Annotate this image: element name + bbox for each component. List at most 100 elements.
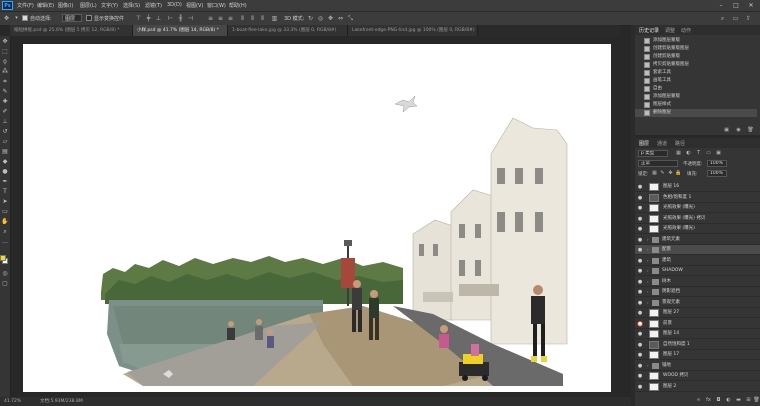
layer-row[interactable]: ● 光照效果 (曝光) (635, 203, 760, 213)
healing-icon[interactable]: ✚ (1, 98, 9, 106)
distribute-right-icon[interactable]: ⦀ (259, 15, 266, 22)
visibility-eye-icon[interactable]: ● (637, 268, 643, 274)
menu-filter[interactable]: 滤镜(T) (145, 2, 162, 9)
visibility-eye-icon[interactable]: ● (637, 363, 643, 369)
layer-group-row[interactable]: ● › 铺地 (635, 361, 760, 371)
history-item[interactable]: 创建剪贴蒙版 (635, 53, 757, 61)
marquee-icon[interactable]: ⬚ (1, 48, 9, 56)
document-canvas[interactable] (23, 44, 611, 392)
link-layers-icon[interactable]: ∞ (695, 397, 702, 404)
tab-actions[interactable]: 动作 (681, 27, 691, 34)
search-icon[interactable]: ⌕ (719, 15, 726, 22)
visibility-eye-icon[interactable]: ● (637, 384, 643, 390)
layer-group-row[interactable]: ● › 阴影遮挡 (635, 287, 760, 297)
canvas-area[interactable] (11, 36, 631, 397)
workspace-icon[interactable]: ▭ (732, 15, 739, 22)
history-item[interactable]: 添加图层蒙版 (635, 37, 757, 45)
chevron-right-icon[interactable]: › (647, 287, 649, 297)
history-item[interactable]: 拷贝剪贴蒙版图层 (635, 61, 757, 69)
history-brush-icon[interactable]: ↺ (1, 128, 9, 136)
history-item[interactable]: 画笔工具 (635, 77, 757, 85)
history-item[interactable]: 添加图层蒙版 (635, 93, 757, 101)
opacity-input[interactable]: 100% (707, 160, 727, 167)
new-document-from-state-icon[interactable]: ▣ (723, 127, 730, 134)
visibility-eye-icon[interactable]: ● (637, 289, 643, 295)
layer-group-row[interactable]: ● › 树木 (635, 277, 760, 287)
chevron-right-icon[interactable]: › (647, 245, 649, 255)
filter-type-icon[interactable]: T (695, 150, 702, 157)
tab-paths[interactable]: 路径 (675, 140, 685, 147)
align-vcenter-icon[interactable]: ╪ (145, 15, 152, 22)
tab-document-4[interactable]: Lakefront-edge-PNG-lind.jpg @ 100% (图层 0… (348, 25, 478, 36)
maximize-icon[interactable]: □ (731, 1, 741, 10)
pen-icon[interactable]: ✒ (1, 178, 9, 186)
tab-history[interactable]: 历史记录 (639, 27, 659, 34)
layer-group-row[interactable]: ● › 配景 (635, 245, 760, 255)
tab-layers[interactable]: 图层 (639, 140, 649, 147)
align-top-icon[interactable]: ⊤ (135, 15, 142, 22)
tab-document-3[interactable]: 1-boat-flee-lake.jpg @ 33.3% (图层 0, RGB/… (228, 25, 348, 36)
align-bottom-icon[interactable]: ⊥ (155, 15, 162, 22)
gradient-icon[interactable]: ▤ (1, 148, 9, 156)
3d-scale-icon[interactable]: ⤡ (347, 15, 354, 22)
stamp-icon[interactable]: ⊥ (1, 118, 9, 126)
visibility-eye-icon[interactable]: ● (637, 226, 643, 232)
tab-document-2[interactable]: 小样.psd @ 41.7% (图层 14, RGB/8) * (133, 25, 228, 36)
blend-mode-select[interactable]: 正常 (638, 160, 678, 167)
menu-3d[interactable]: 3D(D) (167, 2, 182, 8)
chevron-right-icon[interactable]: › (647, 256, 649, 266)
layer-row[interactable]: ● 前景 (635, 319, 760, 329)
chevron-right-icon[interactable]: › (647, 298, 649, 308)
filter-adjust-icon[interactable]: ◐ (685, 150, 692, 157)
add-mask-icon[interactable]: ◘ (715, 397, 722, 404)
align-left-icon[interactable]: ⊢ (167, 15, 174, 22)
visibility-eye-icon[interactable]: ● (637, 195, 643, 201)
lock-paint-icon[interactable]: ✎ (659, 170, 666, 177)
filter-shape-icon[interactable]: ▭ (705, 150, 712, 157)
layer-group-row[interactable]: ● › SHADOW (635, 266, 760, 276)
lock-all-icon[interactable]: 🔒 (675, 170, 682, 177)
visibility-eye-icon[interactable]: ● (637, 205, 643, 211)
layer-row[interactable]: ● 图层 14 (635, 329, 760, 339)
distribute-vcenter-icon[interactable]: ≡ (217, 15, 224, 22)
visibility-eye-icon[interactable]: ● (637, 184, 643, 190)
move-tool-icon[interactable]: ✥ (3, 15, 10, 22)
auto-select-dropdown[interactable]: 图层 (62, 14, 82, 22)
layer-row[interactable]: ● 自然饱和度 1 (635, 340, 760, 350)
zoom-level[interactable]: 41.72% (4, 397, 21, 406)
history-item[interactable]: 自由 (635, 85, 757, 93)
auto-select-checkbox[interactable] (22, 15, 28, 21)
visibility-eye-icon[interactable]: ● (637, 352, 643, 358)
share-icon[interactable]: ⇧ (745, 15, 752, 22)
menu-image[interactable]: 图像(I) (58, 2, 73, 9)
menu-file[interactable]: 文件(F) (17, 2, 34, 9)
layer-group-row[interactable]: ● › 景观元素 (635, 298, 760, 308)
chevron-right-icon[interactable]: › (647, 235, 649, 245)
menu-help[interactable]: 帮助(H) (229, 2, 247, 9)
document-info[interactable]: 文档:5.93M/238.8M (40, 397, 83, 406)
menu-select[interactable]: 选择(S) (123, 2, 140, 9)
visibility-eye-icon[interactable]: ● (637, 237, 643, 243)
zoom-icon[interactable]: ⌕ (1, 228, 9, 236)
layer-group-row[interactable]: ● › 建筑 (635, 256, 760, 266)
layer-group-row[interactable]: ● › 建筑元素 (635, 235, 760, 245)
visibility-eye-icon[interactable]: ● (637, 373, 643, 379)
visibility-eye-icon[interactable]: ● (637, 216, 643, 222)
lasso-icon[interactable]: ϙ (1, 58, 9, 66)
minimize-icon[interactable]: – (716, 1, 726, 10)
visibility-eye-icon[interactable]: ● (637, 247, 643, 253)
3d-rotate-icon[interactable]: ↻ (307, 15, 314, 22)
close-icon[interactable]: ✕ (746, 1, 756, 10)
menu-layer[interactable]: 图层(L) (80, 2, 97, 9)
magic-wand-icon[interactable]: ⁂ (1, 68, 9, 76)
layer-row[interactable]: ● 色相/饱和度 1 (635, 193, 760, 203)
type-icon[interactable]: T (1, 188, 9, 196)
lock-move-icon[interactable]: ✥ (667, 170, 674, 177)
layer-row[interactable]: ● 图层 17 (635, 350, 760, 360)
more-icon[interactable]: … (1, 238, 9, 246)
brush-icon[interactable]: ✐ (1, 108, 9, 116)
layer-style-icon[interactable]: fx (705, 397, 712, 404)
align-hcenter-icon[interactable]: ╫ (177, 15, 184, 22)
hand-icon[interactable]: ✋ (1, 218, 9, 226)
chevron-right-icon[interactable]: › (647, 277, 649, 287)
